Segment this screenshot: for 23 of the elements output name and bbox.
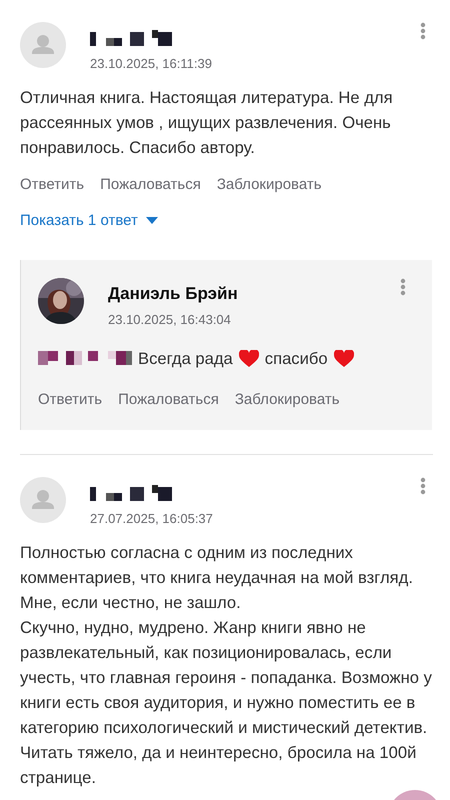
heart-icon	[238, 350, 259, 368]
reply-text: спасибо	[264, 349, 328, 369]
comment-date: 23.10.2025, 16:11:39	[90, 56, 212, 71]
author-name[interactable]: Даниэль Брэйн	[108, 284, 238, 304]
comment-text: Полностью согласна с одним из последних комментариев, что книга неудачная на мой взгляд. Мне, если честно, не зашло. Скучно, нудно, мудрено. Жанр книги явно не развлекательный, как позиционировалась, если учесть, что главная героиня - попаданка. Возможно у книги есть своя аудитория, и нужно поместить ее в категорию психологический и мистический детектив. Читать тяжело, да и неинтересно, бросила на 100й странице.	[20, 542, 432, 789]
heart-icon	[334, 350, 354, 368]
reply-link[interactable]: Ответить	[38, 391, 102, 408]
more-icon[interactable]	[420, 22, 426, 40]
more-icon[interactable]	[420, 477, 426, 495]
comment-date: 23.10.2025, 16:43:04	[108, 312, 232, 327]
block-link[interactable]: Заблокировать	[216, 176, 322, 193]
avatar-icon	[20, 22, 66, 68]
avatar-icon	[20, 477, 66, 523]
comment-date: 27.07.2025, 16:05:37	[90, 511, 213, 526]
caret-icon	[146, 217, 158, 224]
block-link[interactable]: Заблокировать	[234, 391, 340, 408]
show-replies-button[interactable]: Показать 1 ответ	[20, 212, 158, 229]
reply-text: Всегда рада	[138, 349, 233, 369]
report-link[interactable]: Пожаловаться	[118, 391, 219, 408]
report-link[interactable]: Пожаловаться	[100, 176, 201, 193]
comment-text: Отличная книга. Настоящая литература. Не для рассеянных умов , ищущих развлечения. Очень понравилось. Спасибо автору.	[20, 87, 394, 159]
more-icon[interactable]	[400, 278, 406, 296]
reply-link[interactable]: Ответить	[20, 176, 84, 193]
